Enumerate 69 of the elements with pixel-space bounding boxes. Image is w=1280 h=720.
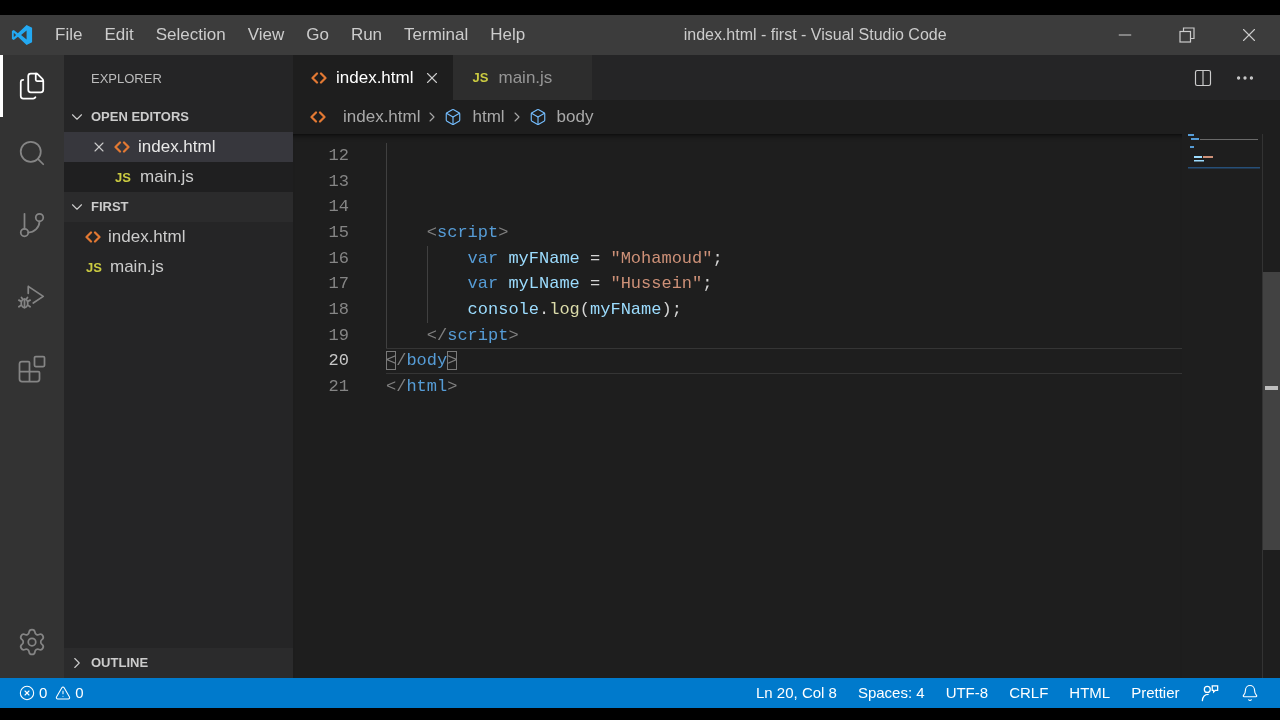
editor-tab[interactable]: JS main.js bbox=[453, 55, 593, 100]
js-file-icon: JS bbox=[85, 260, 103, 274]
editor-tab[interactable]: index.html bbox=[293, 55, 454, 100]
minimap[interactable] bbox=[1188, 134, 1260, 170]
section-header[interactable]: OPEN EDITORS bbox=[64, 102, 293, 132]
scrollbar-thumb[interactable] bbox=[1263, 272, 1280, 550]
cube-icon bbox=[444, 108, 463, 126]
menu-item[interactable]: View bbox=[236, 20, 296, 50]
scrollbar[interactable] bbox=[1262, 134, 1280, 678]
search-icon bbox=[17, 138, 47, 168]
code-line: var myFName = "Mohamoud"; bbox=[467, 247, 723, 270]
error-icon bbox=[19, 685, 35, 701]
line-number: 18 bbox=[327, 298, 349, 321]
menu-item[interactable]: Help bbox=[479, 20, 537, 50]
status-item[interactable]: HTML bbox=[1058, 678, 1121, 708]
menu-item[interactable]: Selection bbox=[144, 20, 237, 50]
open-editor-item[interactable]: index.html bbox=[64, 132, 293, 162]
code-brackets-icon bbox=[114, 141, 130, 153]
status-item[interactable]: UTF-8 bbox=[935, 678, 999, 708]
line-number: 20 bbox=[327, 350, 349, 373]
status-item[interactable]: Prettier bbox=[1120, 678, 1190, 708]
menu-item[interactable]: File bbox=[44, 20, 94, 50]
file-tree-item[interactable]: index.html bbox=[64, 222, 293, 252]
js-file-icon: JS bbox=[471, 71, 490, 84]
code-brackets-icon bbox=[85, 231, 101, 243]
problems-button[interactable]: 0 0 bbox=[0, 678, 92, 708]
branch-icon bbox=[17, 210, 47, 240]
line-number: 12 bbox=[327, 145, 349, 167]
breadcrumb-item[interactable]: html bbox=[444, 104, 505, 130]
line-number: 21 bbox=[327, 375, 349, 398]
status-item[interactable]: Spaces: 4 bbox=[847, 678, 936, 708]
js-file-icon: JS bbox=[114, 170, 132, 184]
settings-icon[interactable] bbox=[17, 627, 47, 657]
menu-item[interactable]: Run bbox=[339, 20, 394, 50]
line-number: 16 bbox=[327, 247, 349, 270]
warning-icon bbox=[55, 685, 72, 701]
line-number: 19 bbox=[327, 324, 349, 347]
code-brackets-icon bbox=[311, 71, 327, 84]
code-brackets-icon bbox=[310, 111, 326, 123]
person-speech-icon[interactable] bbox=[1201, 684, 1219, 702]
blocks-icon bbox=[17, 354, 47, 384]
line-number: 17 bbox=[327, 273, 349, 296]
line-number: 15 bbox=[327, 221, 349, 244]
sidebar-title: EXPLORER bbox=[91, 69, 162, 88]
file-tree-item[interactable]: JS main.js bbox=[64, 252, 293, 282]
menu-item[interactable]: Terminal bbox=[393, 20, 480, 50]
cube-icon bbox=[528, 108, 547, 126]
two-columns-icon[interactable] bbox=[1193, 67, 1213, 88]
cursor-mark bbox=[1265, 386, 1278, 390]
window-title: index.html - first - Visual Studio Code bbox=[683, 25, 947, 45]
code-line: </script> bbox=[426, 324, 519, 347]
code-line: var myLName = "Hussein"; bbox=[467, 273, 713, 296]
files-icon bbox=[17, 71, 47, 101]
logo-icon bbox=[11, 24, 33, 46]
breadcrumb-item[interactable]: body bbox=[528, 104, 594, 130]
status-item[interactable]: Ln 20, Col 8 bbox=[745, 678, 848, 708]
bell-icon[interactable] bbox=[1241, 684, 1259, 702]
line-number: 13 bbox=[327, 170, 349, 193]
code-line: <script> bbox=[426, 221, 509, 244]
code-line: </html> bbox=[386, 375, 458, 398]
status-item[interactable]: CRLF bbox=[998, 678, 1059, 708]
line-number: 14 bbox=[327, 196, 349, 219]
section-header[interactable]: FIRST bbox=[64, 192, 293, 222]
menu-item[interactable]: Go bbox=[295, 20, 340, 50]
code-line: console.log(myFName); bbox=[467, 298, 682, 321]
breadcrumb-item[interactable]: index.html bbox=[310, 104, 421, 130]
open-editor-item[interactable]: JS main.js bbox=[64, 162, 293, 192]
restore-icon[interactable] bbox=[1179, 27, 1195, 43]
menu-item[interactable]: Edit bbox=[93, 20, 145, 50]
